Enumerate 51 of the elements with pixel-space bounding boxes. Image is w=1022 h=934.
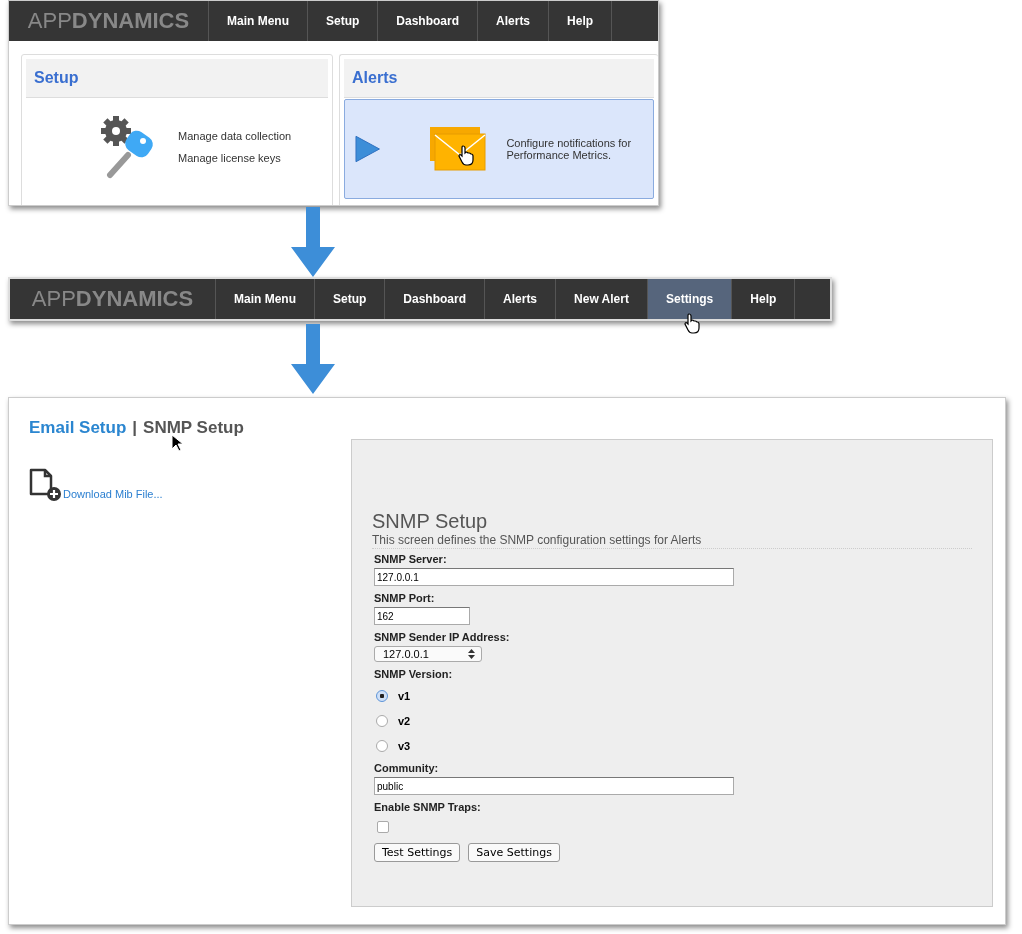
- card-title: Setup: [26, 59, 328, 98]
- field-label: SNMP Sender IP Address:: [374, 631, 511, 643]
- card-link[interactable]: Manage data collection: [178, 130, 292, 142]
- radio-button[interactable]: [376, 739, 388, 752]
- button[interactable]: Test Settings: [374, 843, 461, 862]
- nav-tab[interactable]: Main Menu: [209, 1, 308, 41]
- nav-tab[interactable]: Main Menu: [216, 279, 315, 319]
- field-label: SNMP Server:: [374, 553, 448, 565]
- radio-button[interactable]: [376, 714, 388, 727]
- form-subtitle: This screen defines the SNMP configuration settings for Alerts: [372, 533, 972, 549]
- separator: |: [132, 418, 138, 437]
- tab[interactable]: Email Setup: [29, 418, 127, 437]
- card-title: Alerts: [344, 59, 654, 98]
- flow-arrow: [291, 206, 335, 277]
- highlighted-panel[interactable]: Configure notifications for Performance Metrics.: [344, 99, 654, 199]
- nav-tab[interactable]: Setup: [315, 279, 386, 319]
- download-link[interactable]: Download Mib File...: [63, 488, 163, 500]
- updown-caret-icon: [468, 649, 475, 659]
- logo: APPDYNAMICS: [10, 279, 216, 319]
- flow-arrow: [291, 324, 335, 394]
- hand-cursor-icon: [458, 145, 475, 167]
- radio-label: v2: [398, 714, 411, 727]
- field-label: Community:: [374, 762, 440, 774]
- select-dropdown[interactable]: 127.0.0.1: [374, 646, 482, 662]
- nav-tab[interactable]: Alerts: [485, 279, 557, 319]
- form-title: SNMP Setup: [372, 510, 489, 533]
- pointer-cursor-icon: [171, 434, 184, 452]
- checkbox[interactable]: [377, 821, 389, 833]
- play-arrow-icon: [355, 135, 381, 163]
- nav-tab[interactable]: Help: [549, 1, 613, 41]
- nav-tab[interactable]: Dashboard: [385, 279, 486, 319]
- nav-tab[interactable]: New Alert: [556, 279, 648, 319]
- input-field[interactable]: public: [374, 777, 734, 795]
- input-field[interactable]: 162: [374, 607, 470, 625]
- radio-label: v1: [398, 689, 411, 702]
- tab[interactable]: SNMP Setup: [143, 418, 244, 437]
- input-field[interactable]: 127.0.0.1: [374, 568, 734, 586]
- field-label: SNMP Version:: [374, 668, 454, 680]
- field-label: Enable SNMP Traps:: [374, 801, 482, 813]
- file-add-icon: [29, 468, 63, 502]
- nav-tab[interactable]: Alerts: [478, 1, 550, 41]
- radio-label: v3: [398, 739, 411, 752]
- card-link[interactable]: Manage license keys: [178, 152, 292, 164]
- field-label: SNMP Port:: [374, 592, 436, 604]
- card-text: Configure notifications for Performance Metrics.: [506, 137, 633, 161]
- button[interactable]: Save Settings: [468, 843, 560, 862]
- logo: APPDYNAMICS: [9, 1, 209, 41]
- radio-button[interactable]: [376, 689, 388, 702]
- nav-tab[interactable]: Help: [732, 279, 796, 319]
- nav-tab[interactable]: Setup: [308, 1, 379, 41]
- nav-tab[interactable]: Dashboard: [378, 1, 479, 41]
